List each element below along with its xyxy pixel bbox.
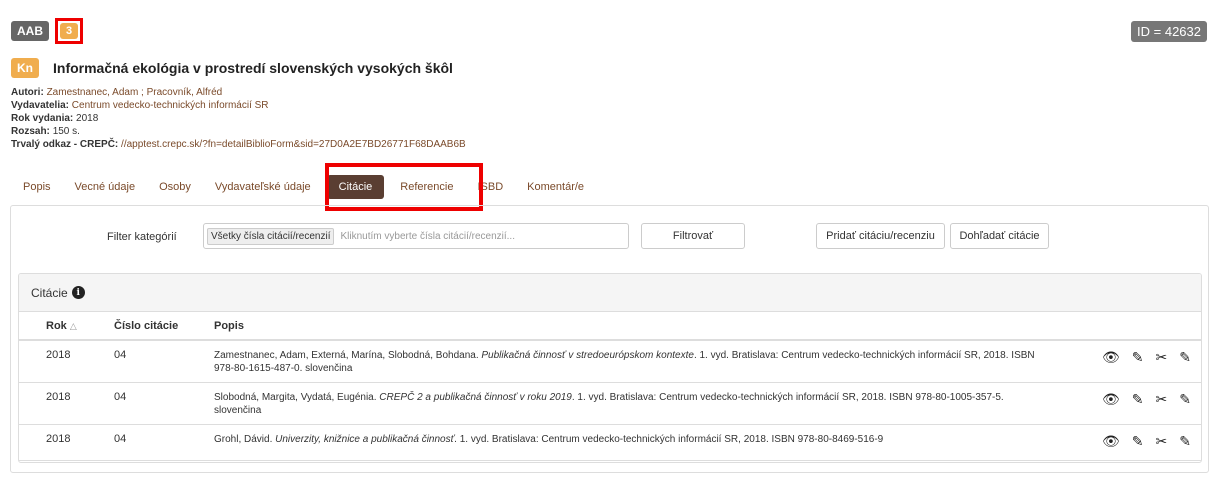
header-badges: AAB 3 xyxy=(11,18,84,44)
edit-note-icon[interactable]: ✎ xyxy=(1179,433,1191,450)
permalink-label: Trvalý odkaz - CREPČ: xyxy=(11,139,119,150)
title-row: Kn Informačná ekológia v prostredí slove… xyxy=(11,58,453,78)
metadata: Autori: Zamestnanec, Adam ; Pracovník, A… xyxy=(11,86,466,151)
citations-card: Citácie i Rok △ Číslo citácie Popis 2018… xyxy=(18,273,1202,463)
row-year: 2018 xyxy=(19,382,114,425)
tab-komentare[interactable]: Komentár/e xyxy=(515,175,596,199)
column-year-label: Rok xyxy=(46,319,67,332)
unlink-icon[interactable]: ✂ xyxy=(1156,433,1168,450)
desc-authors: Slobodná, Margita, Vydatá, Eugénia. xyxy=(214,391,380,403)
edit-note-icon[interactable]: ✎ xyxy=(1179,391,1191,408)
citations-card-header: Citácie i xyxy=(19,274,1201,312)
eye-icon[interactable]: 👁 xyxy=(1102,391,1120,408)
tab-popis[interactable]: Popis xyxy=(11,175,63,199)
tab-osoby[interactable]: Osoby xyxy=(147,175,203,199)
desc-authors: Grohl, Dávid. xyxy=(214,433,276,445)
unlink-icon[interactable]: ✂ xyxy=(1156,391,1168,408)
tab-citacie[interactable]: Citácie xyxy=(326,175,385,199)
extent-value: 150 s. xyxy=(52,126,80,137)
code-badge: AAB xyxy=(11,21,49,41)
tab-vydavatelske-udaje[interactable]: Vydavateľské údaje xyxy=(203,175,323,199)
authors-label: Autori: xyxy=(11,87,44,98)
authors-value[interactable]: Zamestnanec, Adam ; Pracovník, Alfréd xyxy=(47,87,223,98)
find-citations-button[interactable]: Dohľadať citácie xyxy=(950,223,1049,249)
tab-isbd[interactable]: ISBD xyxy=(465,175,515,199)
edit-note-icon[interactable]: ✎ xyxy=(1179,349,1191,366)
table-row: 2018 04 Grohl, Dávid. Univerzity, knižni… xyxy=(19,424,1201,461)
row-number: 04 xyxy=(114,424,214,461)
filter-button[interactable]: Filtrovať xyxy=(641,223,745,249)
table-row: 2018 04 Zamestnanec, Adam, Externá, Marí… xyxy=(19,340,1201,383)
publishers-value[interactable]: Centrum vedecko-technických informácií S… xyxy=(72,100,269,111)
citations-header-label: Citácie xyxy=(31,285,68,300)
filter-chip[interactable]: Všetky čísla citácií/recenzií xyxy=(207,227,335,245)
pencil-icon[interactable]: ✎ xyxy=(1132,349,1144,366)
eye-icon[interactable]: 👁 xyxy=(1102,433,1120,450)
column-actions xyxy=(1091,312,1201,341)
row-year: 2018 xyxy=(19,340,114,383)
pencil-icon[interactable]: ✎ xyxy=(1132,391,1144,408)
add-citation-button[interactable]: Pridať citáciu/recenziu xyxy=(816,223,945,249)
column-number: Číslo citácie xyxy=(114,312,214,341)
citations-table: Rok △ Číslo citácie Popis 2018 04 Zamest… xyxy=(19,312,1201,461)
row-actions: 👁 ✎ ✂ ✎ xyxy=(1091,382,1201,425)
info-icon[interactable]: i xyxy=(71,286,85,299)
desc-authors: Zamestnanec, Adam, Externá, Marína, Slob… xyxy=(214,350,482,361)
year-value: 2018 xyxy=(76,113,99,124)
publishers-label: Vydavatelia: xyxy=(11,100,69,111)
filter-label: Filter kategórií xyxy=(107,231,177,243)
sort-icon: △ xyxy=(69,320,77,331)
tab-referencie[interactable]: Referencie xyxy=(388,175,465,199)
count-badge[interactable]: 3 xyxy=(60,23,79,39)
row-actions: 👁 ✎ ✂ ✎ xyxy=(1091,424,1201,461)
desc-title: Publikačná činnosť v stredoeurópskom kon… xyxy=(481,350,694,361)
id-badge: ID = 42632 xyxy=(1131,21,1207,42)
row-year: 2018 xyxy=(19,424,114,461)
page-title: Informačná ekológia v prostredí slovensk… xyxy=(53,60,453,76)
row-description: Grohl, Dávid. Univerzity, knižnice a pub… xyxy=(214,424,1091,461)
category-filter-input[interactable]: Všetky čísla citácií/recenzií Kliknutím … xyxy=(203,223,629,249)
tab-bar: Popis Vecné údaje Osoby Vydavateľské úda… xyxy=(11,175,596,199)
filter-placeholder: Kliknutím vyberte čísla citácií/recenzií… xyxy=(340,230,515,242)
desc-title: Univerzity, knižnice a publikačná činnos… xyxy=(275,433,455,445)
eye-icon[interactable]: 👁 xyxy=(1102,349,1120,366)
column-description: Popis xyxy=(214,312,1091,341)
row-description: Slobodná, Margita, Vydatá, Eugénia. CREP… xyxy=(214,382,1091,425)
extent-label: Rozsah: xyxy=(11,126,50,137)
tab-vecne-udaje[interactable]: Vecné údaje xyxy=(63,175,148,199)
row-number: 04 xyxy=(114,382,214,425)
desc-details: . 1. vyd. Bratislava: Centrum vedecko-te… xyxy=(454,433,884,445)
table-row: 2018 04 Slobodná, Margita, Vydatá, Eugén… xyxy=(19,382,1201,425)
year-label: Rok vydania: xyxy=(11,113,74,124)
unlink-icon[interactable]: ✂ xyxy=(1156,349,1168,366)
desc-title: CREPČ 2 a publikačná činnosť v roku 2019 xyxy=(379,391,572,403)
type-badge: Kn xyxy=(11,58,39,78)
permalink-value[interactable]: //apptest.crepc.sk/?fn=detailBiblioForm&… xyxy=(121,139,466,150)
column-year[interactable]: Rok △ xyxy=(19,312,114,341)
table-header-row: Rok △ Číslo citácie Popis xyxy=(19,312,1201,341)
row-number: 04 xyxy=(114,340,214,383)
row-actions: 👁 ✎ ✂ ✎ xyxy=(1091,340,1201,383)
pencil-icon[interactable]: ✎ xyxy=(1132,433,1144,450)
row-description: Zamestnanec, Adam, Externá, Marína, Slob… xyxy=(214,340,1091,383)
count-highlight: 3 xyxy=(55,18,84,44)
